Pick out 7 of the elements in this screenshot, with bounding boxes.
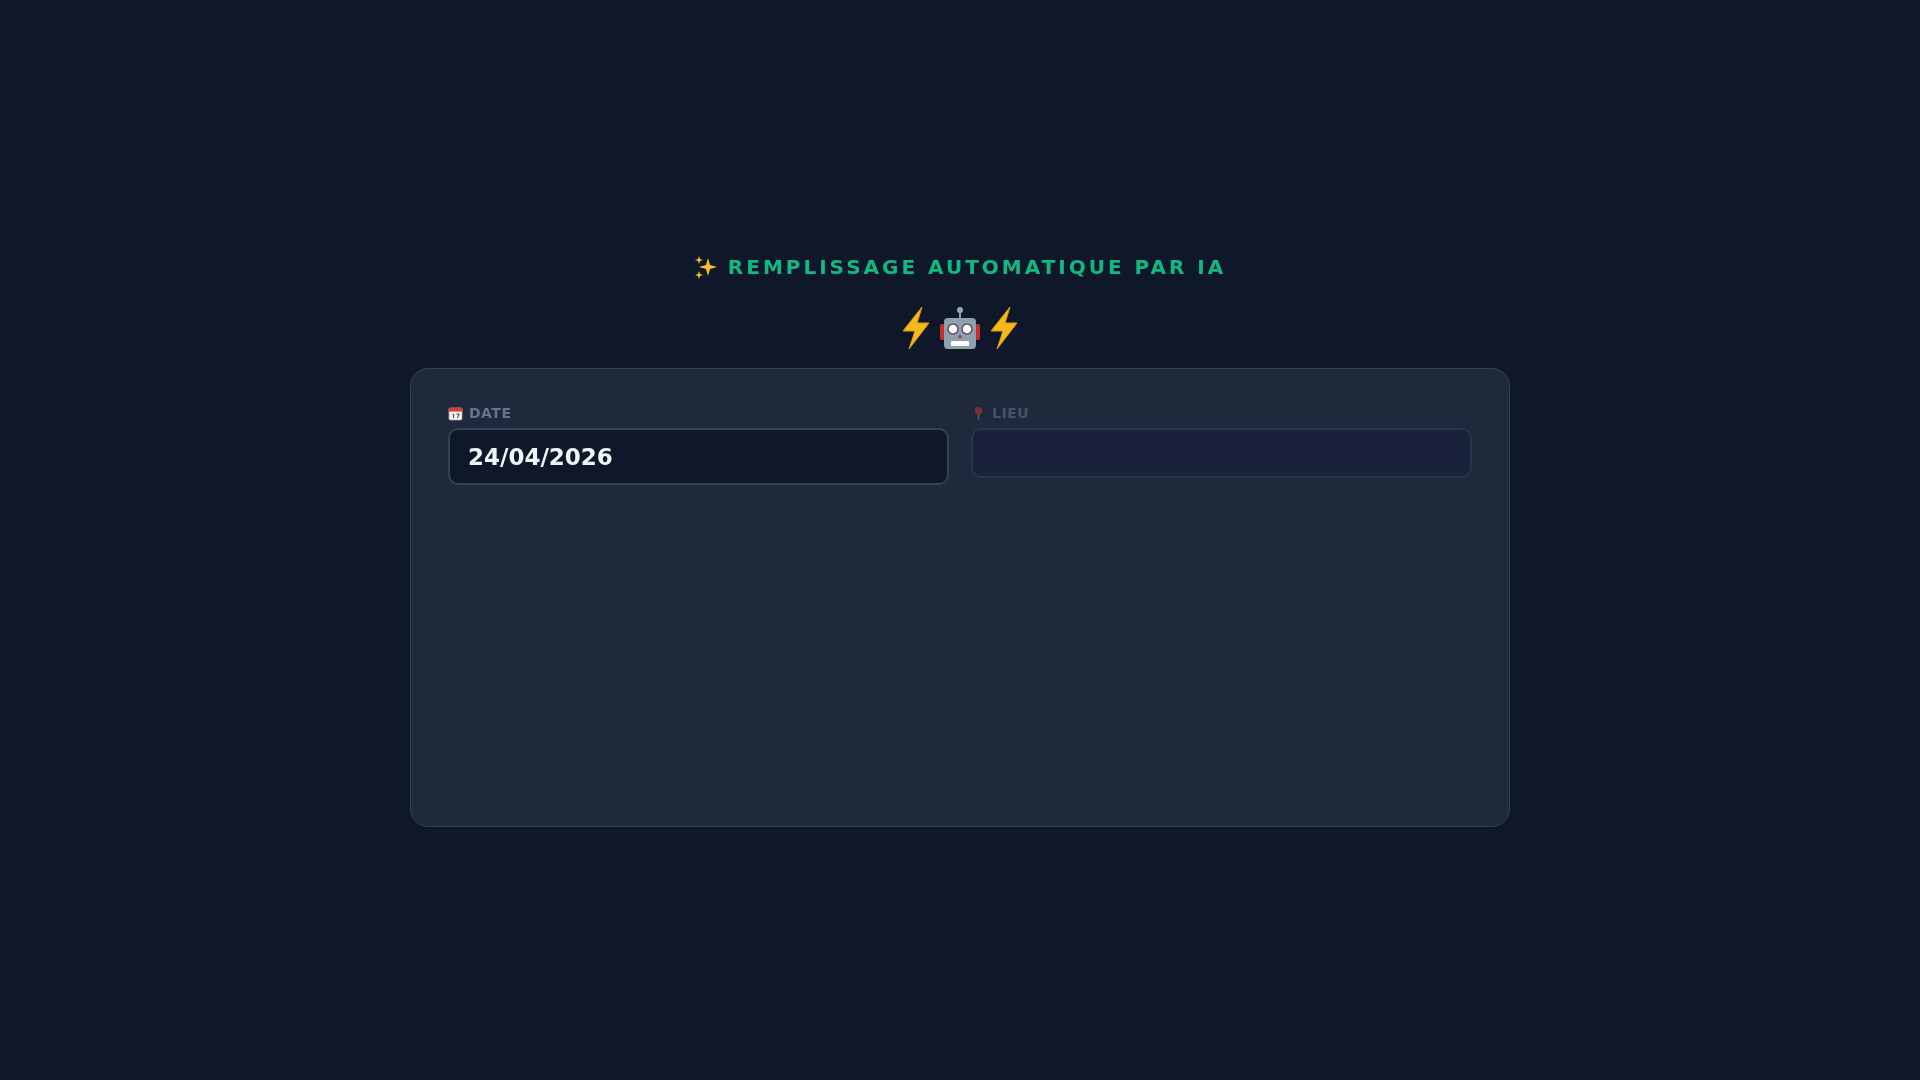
lightning-icon [988,306,1020,350]
field-label: DATE [469,405,512,421]
calendar-icon [448,405,463,421]
date-field[interactable]: 24/04/2026 [448,428,949,485]
section-title: REMPLISSAGE AUTOMATIQUE PAR IA [727,255,1227,279]
robot-icon [938,306,982,350]
lightning-icon [900,306,932,350]
